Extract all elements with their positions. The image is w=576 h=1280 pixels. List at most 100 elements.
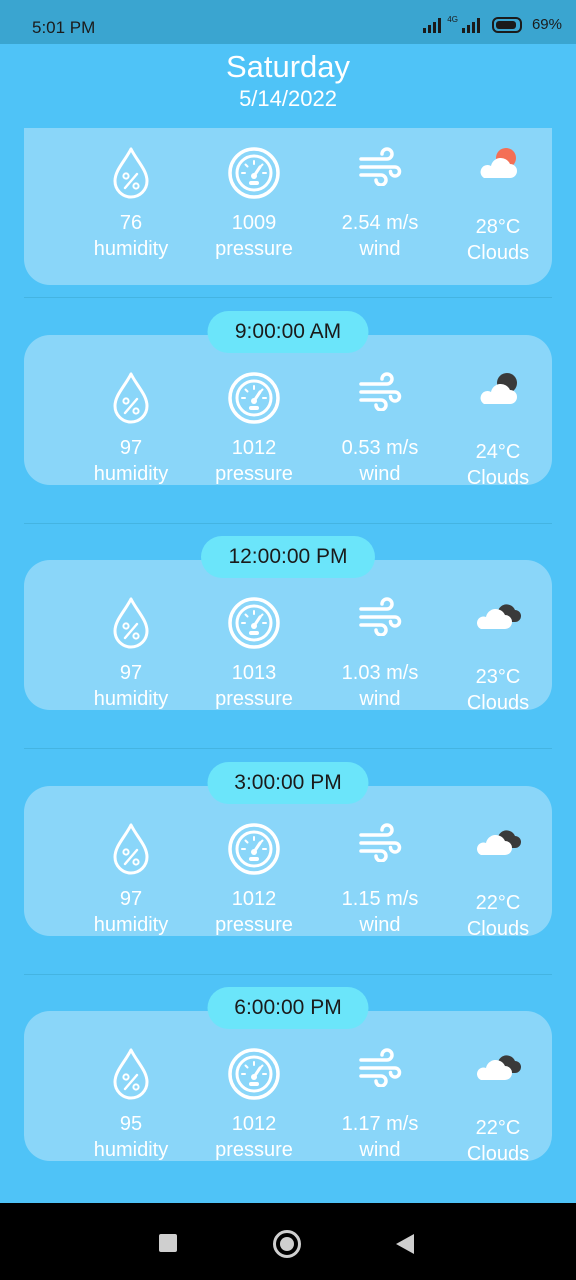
- navigation-bar: [0, 1203, 576, 1280]
- wind-stat: 1.17 m/s wind: [316, 1047, 444, 1163]
- humidity-icon: [67, 822, 195, 876]
- humidity-label: humidity: [93, 914, 169, 936]
- humidity-stat: 95 humidity: [67, 1047, 195, 1163]
- humidity-icon: [67, 371, 195, 425]
- wind-icon: [316, 371, 444, 425]
- wind-stat: 2.54 m/s wind: [316, 146, 444, 262]
- double-cloud-icon: [434, 1047, 562, 1101]
- weather-value: 22°C: [475, 1117, 521, 1139]
- pressure-value: 1012: [231, 888, 277, 910]
- sun-cloud-icon: [434, 146, 562, 200]
- wind-value: 1.03 m/s: [341, 662, 419, 684]
- pressure-value: 1009: [231, 212, 277, 234]
- pressure-stat: 1012 pressure: [190, 822, 318, 938]
- time-label: 12:00:00 PM: [201, 536, 375, 578]
- weather-value: 28°C: [475, 216, 521, 238]
- forecast-list[interactable]: 76 humidity 1009 pressure 2.54 m/s wind 28°C Cl…: [0, 0, 576, 1203]
- forecast-card: 97 humidity 1012 pressure 0.53 m/s wind 24°C Cl…: [24, 335, 552, 489]
- humidity-stat: 97 humidity: [67, 596, 195, 712]
- humidity-value: 97: [119, 888, 143, 910]
- gauge-icon: [190, 146, 318, 200]
- wind-icon: [316, 596, 444, 650]
- weather-value: 23°C: [475, 666, 521, 688]
- time-label: 6:00:00 PM: [207, 987, 369, 1029]
- wind-icon: [316, 146, 444, 200]
- weather-stat: 22°C Clouds: [434, 822, 562, 942]
- pressure-value: 1013: [231, 662, 277, 684]
- forecast-card: 76 humidity 1009 pressure 2.54 m/s wind 28°C Cl…: [24, 128, 552, 285]
- recent-apps-button[interactable]: [159, 1234, 177, 1252]
- weather-value: 22°C: [475, 892, 521, 914]
- pressure-label: pressure: [215, 688, 293, 710]
- humidity-stat: 97 humidity: [67, 371, 195, 487]
- wind-value: 0.53 m/s: [341, 437, 419, 459]
- humidity-label: humidity: [93, 463, 169, 485]
- humidity-label: humidity: [93, 688, 169, 710]
- weather-stat: 24°C Clouds: [434, 371, 562, 491]
- weather-stat: 28°C Clouds: [434, 146, 562, 266]
- humidity-stat: 97 humidity: [67, 822, 195, 938]
- forecast-card: 97 humidity 1013 pressure 1.03 m/s wind 23°C Cl…: [24, 560, 552, 714]
- pressure-stat: 1009 pressure: [190, 146, 318, 262]
- weather-stat: 23°C Clouds: [434, 596, 562, 716]
- forecast-divider: [24, 297, 552, 298]
- double-cloud-icon: [434, 822, 562, 876]
- pressure-value: 1012: [231, 1113, 277, 1135]
- wind-label: wind: [359, 238, 401, 260]
- wind-label: wind: [359, 688, 401, 710]
- pressure-label: pressure: [215, 914, 293, 936]
- humidity-stat: 76 humidity: [67, 146, 195, 262]
- wind-label: wind: [359, 914, 401, 936]
- pressure-label: pressure: [215, 463, 293, 485]
- time-label: 9:00:00 AM: [207, 311, 369, 353]
- wind-icon: [316, 822, 444, 876]
- time-label: 3:00:00 PM: [207, 762, 369, 804]
- pressure-label: pressure: [215, 238, 293, 260]
- back-button[interactable]: [396, 1234, 414, 1254]
- pressure-stat: 1013 pressure: [190, 596, 318, 712]
- weather-label: Clouds: [466, 692, 530, 714]
- wind-stat: 1.15 m/s wind: [316, 822, 444, 938]
- humidity-icon: [67, 596, 195, 650]
- gauge-icon: [190, 1047, 318, 1101]
- weather-label: Clouds: [466, 242, 530, 264]
- humidity-value: 95: [119, 1113, 143, 1135]
- humidity-label: humidity: [93, 1139, 169, 1161]
- pressure-label: pressure: [215, 1139, 293, 1161]
- day-title: Saturday: [225, 49, 351, 84]
- pressure-value: 1012: [231, 437, 277, 459]
- gauge-icon: [190, 371, 318, 425]
- wind-value: 1.15 m/s: [341, 888, 419, 910]
- humidity-value: 76: [119, 212, 143, 234]
- forecast-divider: [24, 748, 552, 749]
- weather-label: Clouds: [466, 1143, 530, 1165]
- date-label: 5/14/2022: [239, 86, 337, 111]
- double-cloud-icon: [434, 596, 562, 650]
- wind-value: 1.17 m/s: [341, 1113, 419, 1135]
- weather-value: 24°C: [475, 441, 521, 463]
- weather-label: Clouds: [466, 467, 530, 489]
- gauge-icon: [190, 596, 318, 650]
- humidity-icon: [67, 1047, 195, 1101]
- pressure-stat: 1012 pressure: [190, 371, 318, 487]
- wind-value: 2.54 m/s: [341, 212, 419, 234]
- humidity-label: humidity: [93, 238, 169, 260]
- gauge-icon: [190, 822, 318, 876]
- weather-label: Clouds: [466, 918, 530, 940]
- wind-stat: 0.53 m/s wind: [316, 371, 444, 487]
- pressure-stat: 1012 pressure: [190, 1047, 318, 1163]
- home-button[interactable]: [273, 1230, 301, 1258]
- forecast-card: 97 humidity 1012 pressure 1.15 m/s wind 22°C Cl…: [24, 786, 552, 940]
- forecast-divider: [24, 974, 552, 975]
- wind-stat: 1.03 m/s wind: [316, 596, 444, 712]
- humidity-value: 97: [119, 437, 143, 459]
- day-header: Saturday 5/14/2022: [0, 48, 576, 112]
- wind-label: wind: [359, 463, 401, 485]
- humidity-icon: [67, 146, 195, 200]
- forecast-divider: [24, 523, 552, 524]
- humidity-value: 97: [119, 662, 143, 684]
- weather-stat: 22°C Clouds: [434, 1047, 562, 1167]
- wind-icon: [316, 1047, 444, 1101]
- forecast-card: 95 humidity 1012 pressure 1.17 m/s wind 22°C Cl…: [24, 1011, 552, 1165]
- wind-label: wind: [359, 1139, 401, 1161]
